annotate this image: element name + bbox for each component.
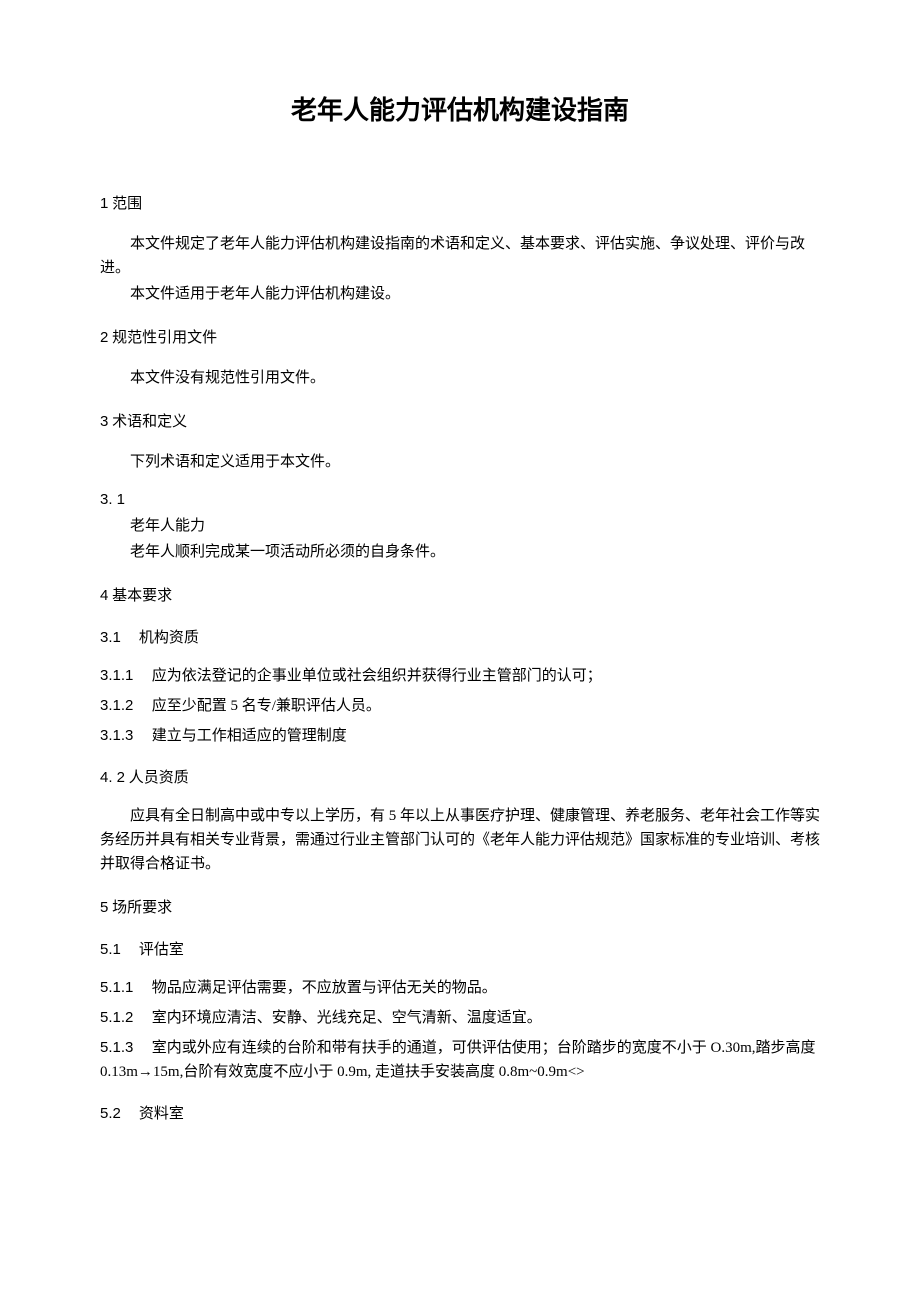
section-5-num: 5 — [100, 899, 108, 916]
sub-4-2-text: 人员资质 — [129, 770, 189, 786]
section-1-heading: 1 范围 — [100, 192, 820, 216]
section-2-text: 规范性引用文件 — [112, 330, 217, 346]
sub-5-2-text: 资料室 — [139, 1106, 184, 1122]
section-1-num: 1 — [100, 195, 108, 212]
sub-5-1-text: 评估室 — [139, 942, 184, 958]
section-3-text: 术语和定义 — [112, 414, 187, 430]
clause-3-1-2: 3.1.2 应至少配置 5 名专/兼职评估人员。 — [100, 694, 820, 718]
section-3-heading: 3 术语和定义 — [100, 410, 820, 434]
sub-3-1-heading: 3.1 机构资质 — [100, 626, 820, 650]
sub-5-1-heading: 5.1 评估室 — [100, 938, 820, 962]
s4-2-p: 应具有全日制高中或中专以上学历，有 5 年以上从事医疗护理、健康管理、养老服务、… — [100, 804, 820, 876]
s1-p1: 本文件规定了老年人能力评估机构建设指南的术语和定义、基本要求、评估实施、争议处理… — [100, 232, 820, 280]
s3-p1: 下列术语和定义适用于本文件。 — [100, 450, 820, 474]
section-4-text: 基本要求 — [112, 588, 172, 604]
clause-5-1-1: 5.1.1 物品应满足评估需要，不应放置与评估无关的物品。 — [100, 976, 820, 1000]
clause-5-1-3: 5.1.3 室内或外应有连续的台阶和带有扶手的通道，可供评估使用；台阶踏步的宽度… — [100, 1036, 820, 1084]
term-3-1-def: 老年人顺利完成某一项活动所必须的自身条件。 — [100, 540, 820, 564]
sub-3-1-num: 3.1 — [100, 626, 121, 650]
section-2-num: 2 — [100, 329, 108, 346]
clause-3-1-3: 3.1.3 建立与工作相适应的管理制度 — [100, 724, 820, 748]
sub-5-1-num: 5.1 — [100, 938, 121, 962]
section-5-text: 场所要求 — [112, 900, 172, 916]
sub-5-2-num: 5.2 — [100, 1102, 121, 1126]
s2-p1: 本文件没有规范性引用文件。 — [100, 366, 820, 390]
sub-5-2-heading: 5.2 资料室 — [100, 1102, 820, 1126]
clause-5-1-2: 5.1.2 室内环境应清洁、安静、光线充足、空气清新、温度适宜。 — [100, 1006, 820, 1030]
sub-4-2-heading: 4. 2 人员资质 — [100, 766, 820, 790]
term-3-1-name: 老年人能力 — [100, 514, 820, 538]
section-4-heading: 4 基本要求 — [100, 584, 820, 608]
section-3-num: 3 — [100, 413, 108, 430]
section-5-heading: 5 场所要求 — [100, 896, 820, 920]
document-title: 老年人能力评估机构建设指南 — [100, 90, 820, 132]
sub-3-1-text: 机构资质 — [139, 630, 199, 646]
section-4-num: 4 — [100, 587, 108, 604]
section-1-text: 范围 — [112, 196, 142, 212]
s1-p2: 本文件适用于老年人能力评估机构建设。 — [100, 282, 820, 306]
sub-4-2-num: 4. 2 — [100, 769, 125, 786]
clause-3-1-1: 3.1.1 应为依法登记的企事业单位或社会组织并获得行业主管部门的认可； — [100, 664, 820, 688]
section-2-heading: 2 规范性引用文件 — [100, 326, 820, 350]
term-3-1-num: 3. 1 — [100, 488, 820, 512]
